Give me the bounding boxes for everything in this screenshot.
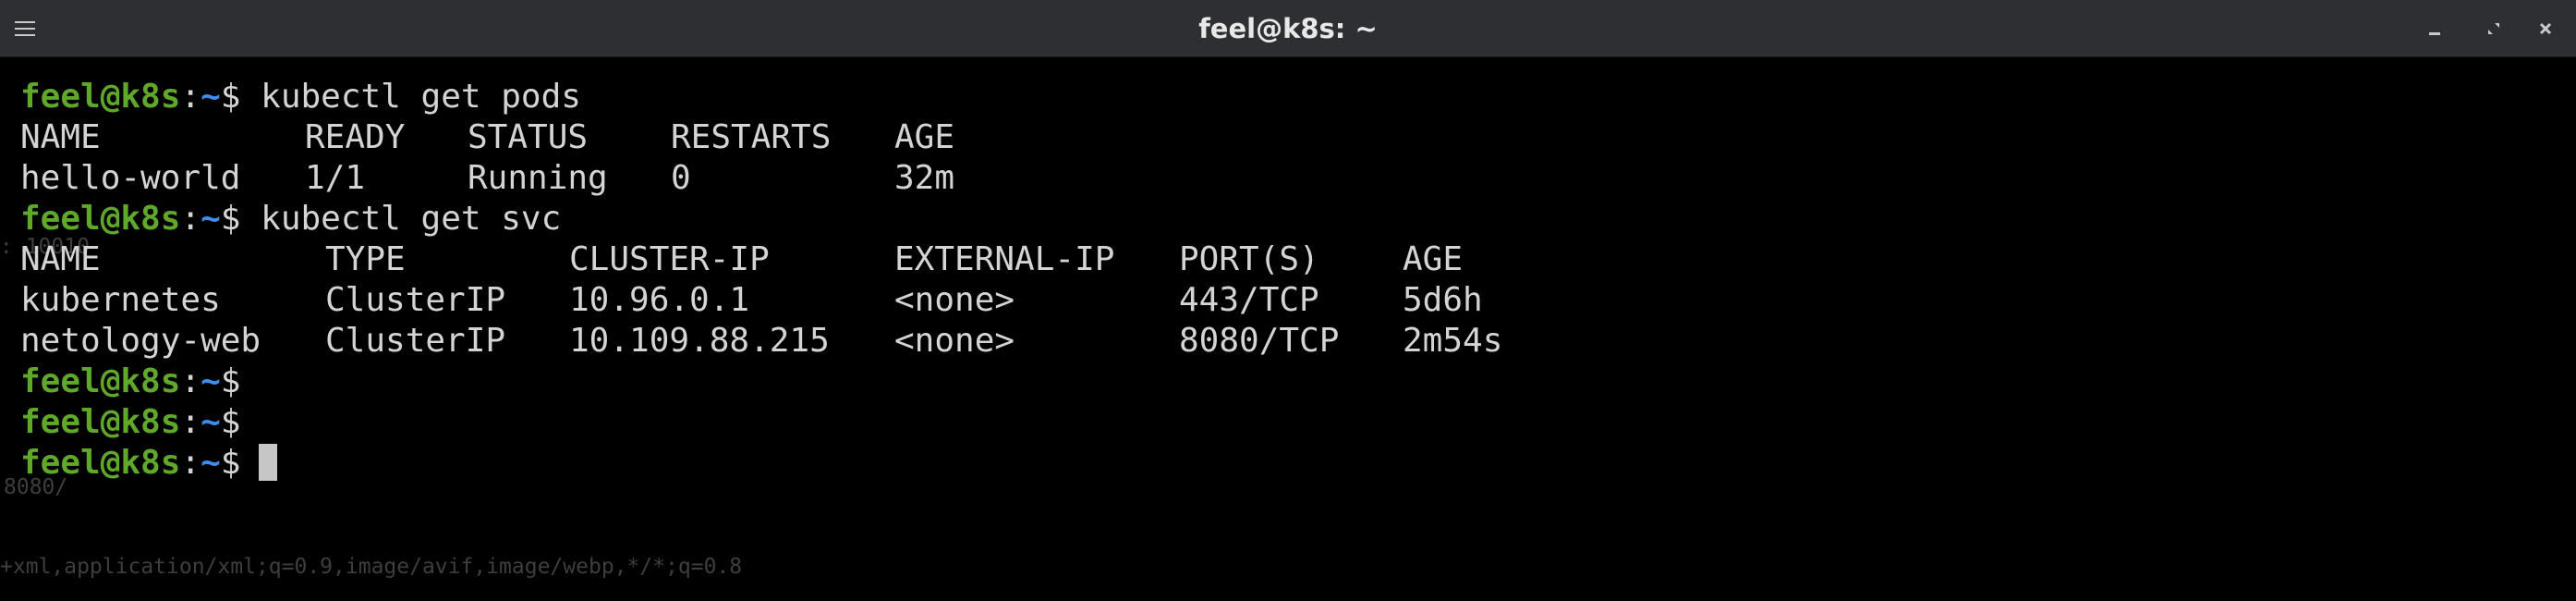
- prompt-line: feel@k8s:~$ kubectl get pods: [20, 77, 581, 117]
- prompt-path: ~: [200, 362, 221, 400]
- pod-restarts: 0: [671, 159, 691, 197]
- window-title: feel@k8s: ~: [1198, 13, 1378, 44]
- text-cursor[interactable]: [259, 444, 278, 481]
- pods-table-header: NAME READY STATUS RESTARTS AGE: [20, 117, 2515, 158]
- prompt-user-host: feel@k8s: [20, 403, 181, 441]
- column-header: NAME: [20, 240, 101, 278]
- restore-icon[interactable]: [2480, 15, 2508, 43]
- svc-ports: 8080/TCP: [1179, 322, 1340, 360]
- prompt-sign: $: [220, 200, 241, 238]
- column-header: PORT(S): [1179, 240, 1319, 278]
- column-header: TYPE: [325, 240, 406, 278]
- prompt-colon: :: [180, 403, 201, 441]
- prompt-path: ~: [200, 200, 221, 238]
- table-row: netology-web ClusterIP 10.109.88.215 <no…: [20, 321, 2515, 362]
- column-header: AGE: [894, 118, 955, 156]
- column-header: EXTERNAL-IP: [894, 240, 1115, 278]
- pod-status: Running: [468, 159, 608, 197]
- prompt-sign: $: [220, 444, 241, 482]
- prompt-line: feel@k8s:~$: [20, 362, 240, 402]
- title-bar[interactable]: feel@k8s: ~: [0, 0, 2576, 57]
- prompt-colon: :: [180, 200, 201, 238]
- svc-name: netology-web: [20, 322, 261, 360]
- svc-external-ip: <none>: [894, 322, 1015, 360]
- prompt-line: feel@k8s:~$ kubectl get svc: [20, 199, 561, 239]
- minimize-icon[interactable]: [2421, 15, 2448, 43]
- prompt-path: ~: [200, 78, 221, 116]
- pod-name: hello-world: [20, 159, 241, 197]
- column-header: AGE: [1403, 240, 1464, 278]
- column-header: RESTARTS: [671, 118, 832, 156]
- prompt-user-host: feel@k8s: [20, 444, 181, 482]
- column-header: STATUS: [468, 118, 589, 156]
- svc-cluster-ip: 10.109.88.215: [569, 322, 830, 360]
- prompt-path: ~: [200, 403, 221, 441]
- prompt-user-host: feel@k8s: [20, 78, 181, 116]
- table-row: kubernetes ClusterIP 10.96.0.1 <none> 44…: [20, 280, 2515, 321]
- prompt-colon: :: [180, 78, 201, 116]
- prompt-line: feel@k8s:~$: [20, 402, 240, 443]
- table-row: hello-world 1/1 Running 0 32m: [20, 158, 2515, 199]
- prompt-path: ~: [200, 444, 221, 482]
- command-text: kubectl get pods: [261, 78, 581, 116]
- svc-external-ip: <none>: [894, 281, 1015, 319]
- command-text: kubectl get svc: [261, 200, 562, 238]
- svc-type: ClusterIP: [325, 322, 506, 360]
- prompt-user-host: feel@k8s: [20, 200, 181, 238]
- svc-ports: 443/TCP: [1179, 281, 1319, 319]
- svc-cluster-ip: 10.96.0.1: [569, 281, 750, 319]
- prompt-colon: :: [180, 362, 201, 400]
- prompt-colon: :: [180, 444, 201, 482]
- prompt-line-active[interactable]: feel@k8s:~$: [20, 443, 278, 484]
- column-header: READY: [305, 118, 406, 156]
- svc-age: 2m54s: [1403, 322, 1503, 360]
- prompt-sign: $: [220, 78, 241, 116]
- column-header: CLUSTER-IP: [569, 240, 770, 278]
- prompt-user-host: feel@k8s: [20, 362, 181, 400]
- svc-name: kubernetes: [20, 281, 221, 319]
- svc-table-header: NAME TYPE CLUSTER-IP EXTERNAL-IP PORT(S)…: [20, 239, 2515, 280]
- svc-type: ClusterIP: [325, 281, 506, 319]
- svc-age: 5d6h: [1403, 281, 1483, 319]
- column-header: NAME: [20, 118, 101, 156]
- terminal-output[interactable]: : 10010 8080/ +xml,application/xml;q=0.9…: [0, 57, 2576, 601]
- terminal-window: feel@k8s: ~ : 10010 8080/ +xml,applicati…: [0, 0, 2576, 601]
- pod-age: 32m: [894, 159, 955, 197]
- pod-ready: 1/1: [305, 159, 366, 197]
- prompt-sign: $: [220, 403, 241, 441]
- close-icon[interactable]: [2532, 15, 2559, 43]
- prompt-sign: $: [220, 362, 241, 400]
